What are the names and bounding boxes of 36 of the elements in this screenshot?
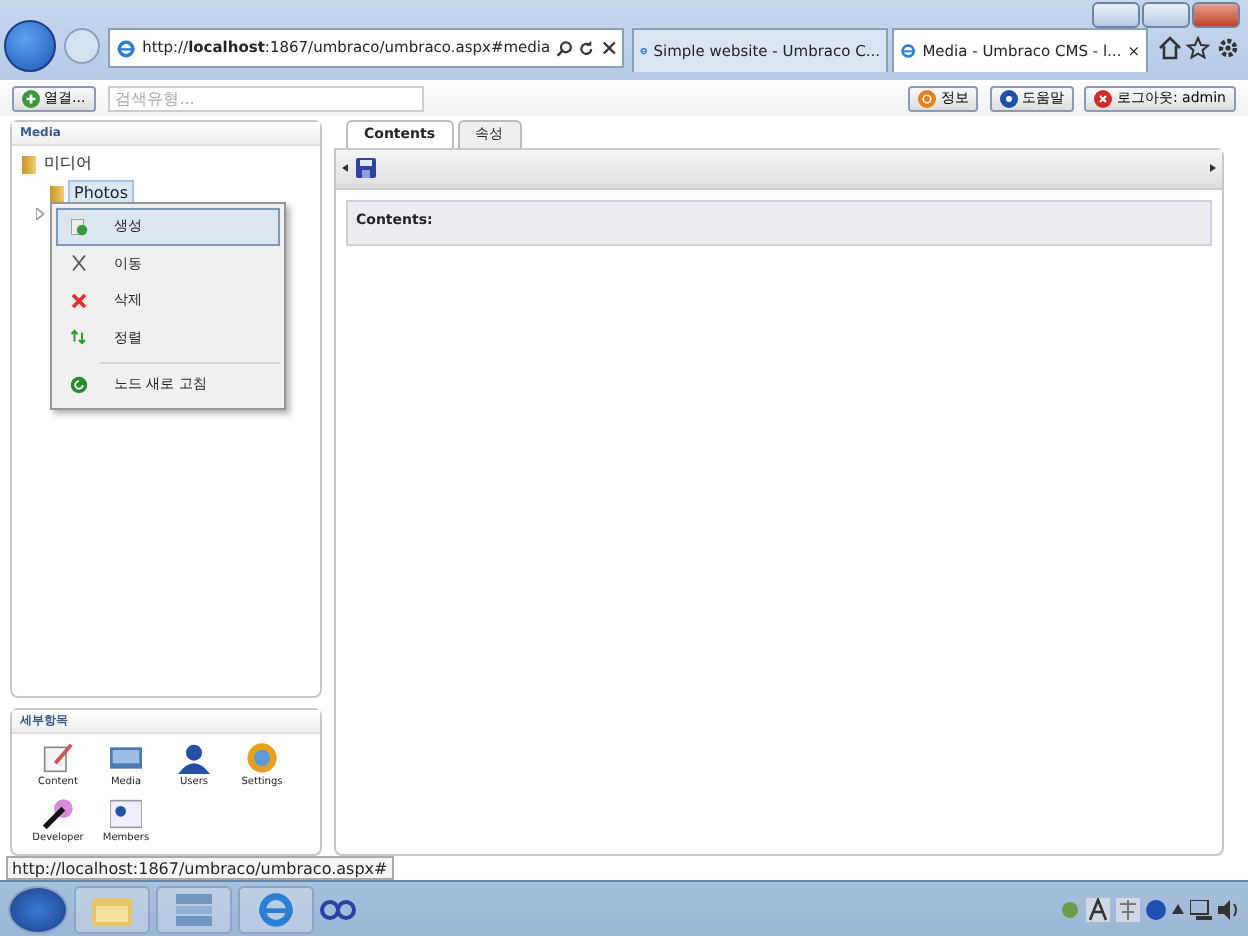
user-icon bbox=[178, 742, 210, 774]
volume-icon[interactable] bbox=[1218, 899, 1240, 919]
refresh-icon[interactable] bbox=[578, 39, 596, 57]
back-button[interactable] bbox=[4, 20, 56, 72]
close-icon bbox=[1094, 89, 1113, 107]
scroll-right-icon[interactable] bbox=[1210, 164, 1216, 172]
wand-icon bbox=[42, 797, 74, 829]
status-url: http://localhost:1867/umbraco/umbraco.aspx# bbox=[6, 856, 394, 880]
network-icon[interactable] bbox=[1190, 899, 1212, 919]
save-icon[interactable] bbox=[356, 158, 376, 178]
home-icon[interactable] bbox=[1157, 36, 1181, 60]
refresh-icon bbox=[70, 375, 88, 394]
tray-arrow-icon[interactable] bbox=[1172, 904, 1184, 914]
sort-icon bbox=[70, 328, 88, 347]
scissors-icon bbox=[70, 254, 88, 273]
expand-icon[interactable] bbox=[36, 208, 44, 220]
input-mode-icon[interactable] bbox=[1086, 897, 1110, 921]
scroll-left-icon[interactable] bbox=[342, 164, 348, 172]
create-icon bbox=[70, 217, 88, 236]
tree-item[interactable]: 미디어 bbox=[40, 152, 96, 176]
taskbar-app-icon[interactable] bbox=[320, 899, 356, 919]
taskbar-ie-icon[interactable] bbox=[238, 885, 314, 933]
start-button[interactable] bbox=[8, 885, 68, 933]
content-icon bbox=[42, 742, 74, 774]
star-icon[interactable] bbox=[1186, 36, 1211, 60]
plus-icon bbox=[22, 89, 40, 107]
ie-icon bbox=[116, 37, 137, 59]
ie-icon bbox=[900, 40, 917, 62]
stop-icon[interactable] bbox=[601, 40, 616, 56]
search-icon[interactable] bbox=[556, 39, 573, 57]
info-icon bbox=[918, 89, 937, 107]
minimize-button[interactable] bbox=[1092, 2, 1140, 28]
member-card-icon bbox=[110, 797, 142, 829]
search-field[interactable]: 검색유형... bbox=[107, 85, 424, 111]
delete-icon bbox=[70, 291, 88, 310]
media-icon bbox=[110, 742, 142, 774]
